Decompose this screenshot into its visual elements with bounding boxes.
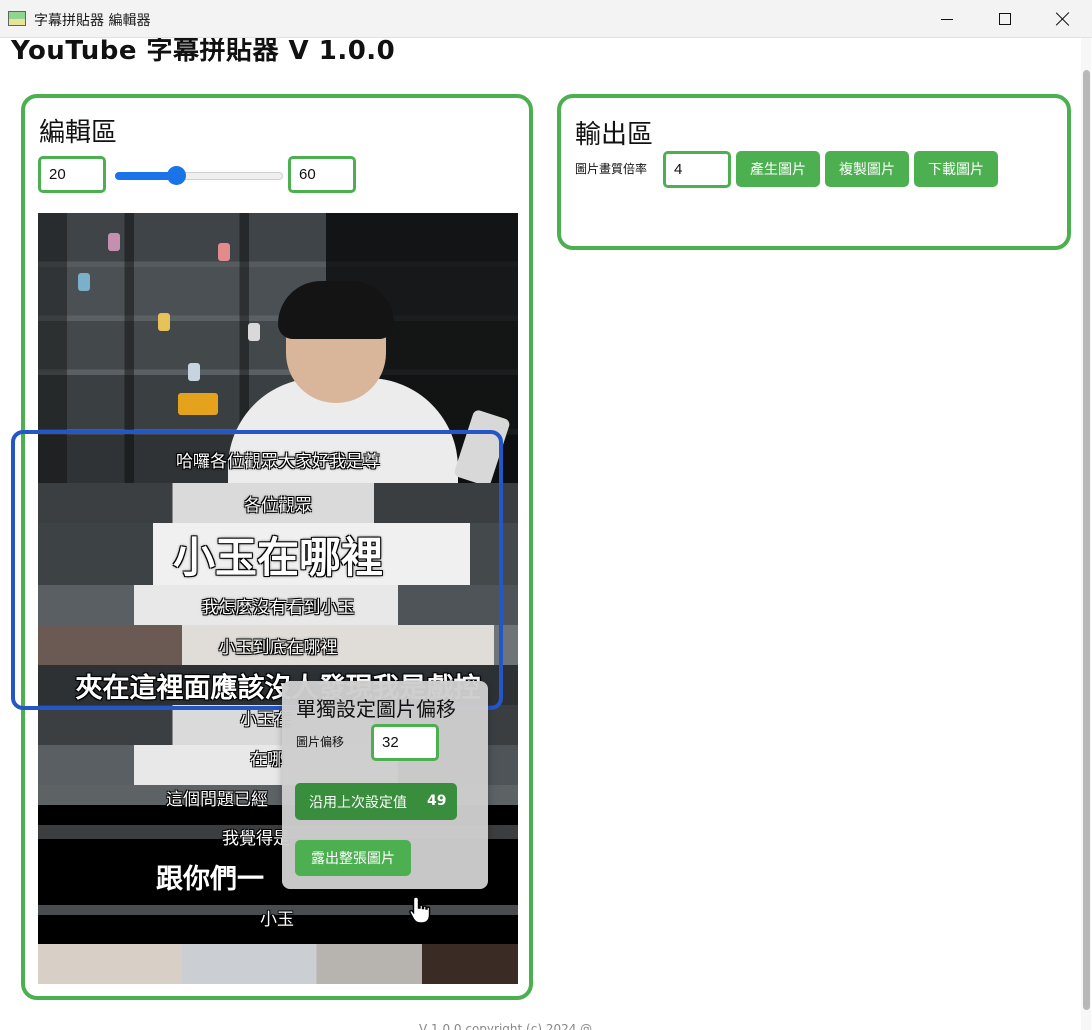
reuse-label: 沿用上次設定值: [309, 794, 407, 811]
slider-thumb[interactable]: [167, 166, 187, 185]
download-image-button[interactable]: 下載圖片: [914, 151, 998, 187]
close-button[interactable]: [1034, 0, 1092, 38]
start-input[interactable]: 20: [38, 156, 106, 193]
vertical-scrollbar[interactable]: [1081, 38, 1091, 1030]
range-slider[interactable]: [115, 162, 285, 190]
output-panel: 輸出區 圖片畫質倍率 4 產生圖片 複製圖片 下載圖片: [557, 94, 1071, 250]
editor-title: 編輯區: [39, 118, 118, 148]
subtitle-text: 小玉: [260, 910, 294, 930]
end-input[interactable]: 60: [288, 156, 356, 193]
image-offset-popup: 單獨設定圖片偏移 圖片偏移 32 沿用上次設定值 49 露出整張圖片: [282, 681, 488, 924]
copy-image-button[interactable]: 複製圖片: [825, 151, 909, 187]
close-icon: [1056, 12, 1070, 26]
app-content: YouTube 字幕拼貼器 V 1.0.0 編輯區 20 60 哈囉各位觀眾大家…: [1, 38, 1091, 1030]
subtitle-text: 我覺得是: [222, 829, 290, 849]
window-titlebar: 字幕拼貼器 編輯器: [0, 0, 1092, 38]
reuse-last-offset-button[interactable]: 沿用上次設定值 49: [295, 783, 457, 924]
offset-input[interactable]: 32: [371, 724, 439, 761]
window-title: 字幕拼貼器 編輯器: [34, 13, 151, 29]
maximize-icon: [999, 13, 1011, 25]
show-full-image-button[interactable]: 露出整張圖片: [295, 840, 411, 876]
app-icon: [8, 11, 26, 26]
reuse-value: 49: [427, 793, 447, 809]
subtitle-text: 跟你們一: [156, 864, 264, 895]
hand-pointer-icon: [409, 896, 431, 924]
minimize-button[interactable]: [918, 0, 976, 38]
offset-label: 圖片偏移: [296, 735, 345, 749]
quality-input[interactable]: 4: [663, 151, 731, 188]
video-frame-image: [38, 944, 518, 984]
minimize-icon: [941, 18, 953, 20]
popup-title: 單獨設定圖片偏移: [296, 697, 456, 721]
subtitle-text: 這個問題已經: [166, 790, 268, 810]
selected-range-outline: [11, 430, 503, 710]
subtitle-text: 在哪: [250, 750, 284, 770]
page-heading: YouTube 字幕拼貼器 V 1.0.0: [11, 38, 396, 66]
output-title: 輸出區: [575, 120, 654, 150]
quality-label: 圖片畫質倍率: [575, 162, 648, 176]
maximize-button[interactable]: [976, 0, 1034, 38]
footer-copyright: V 1.0.0 copyright (c) 2024 @ ...: [419, 1022, 608, 1030]
generate-image-button[interactable]: 產生圖片: [736, 151, 820, 187]
scrollbar-thumb[interactable]: [1083, 70, 1090, 1010]
